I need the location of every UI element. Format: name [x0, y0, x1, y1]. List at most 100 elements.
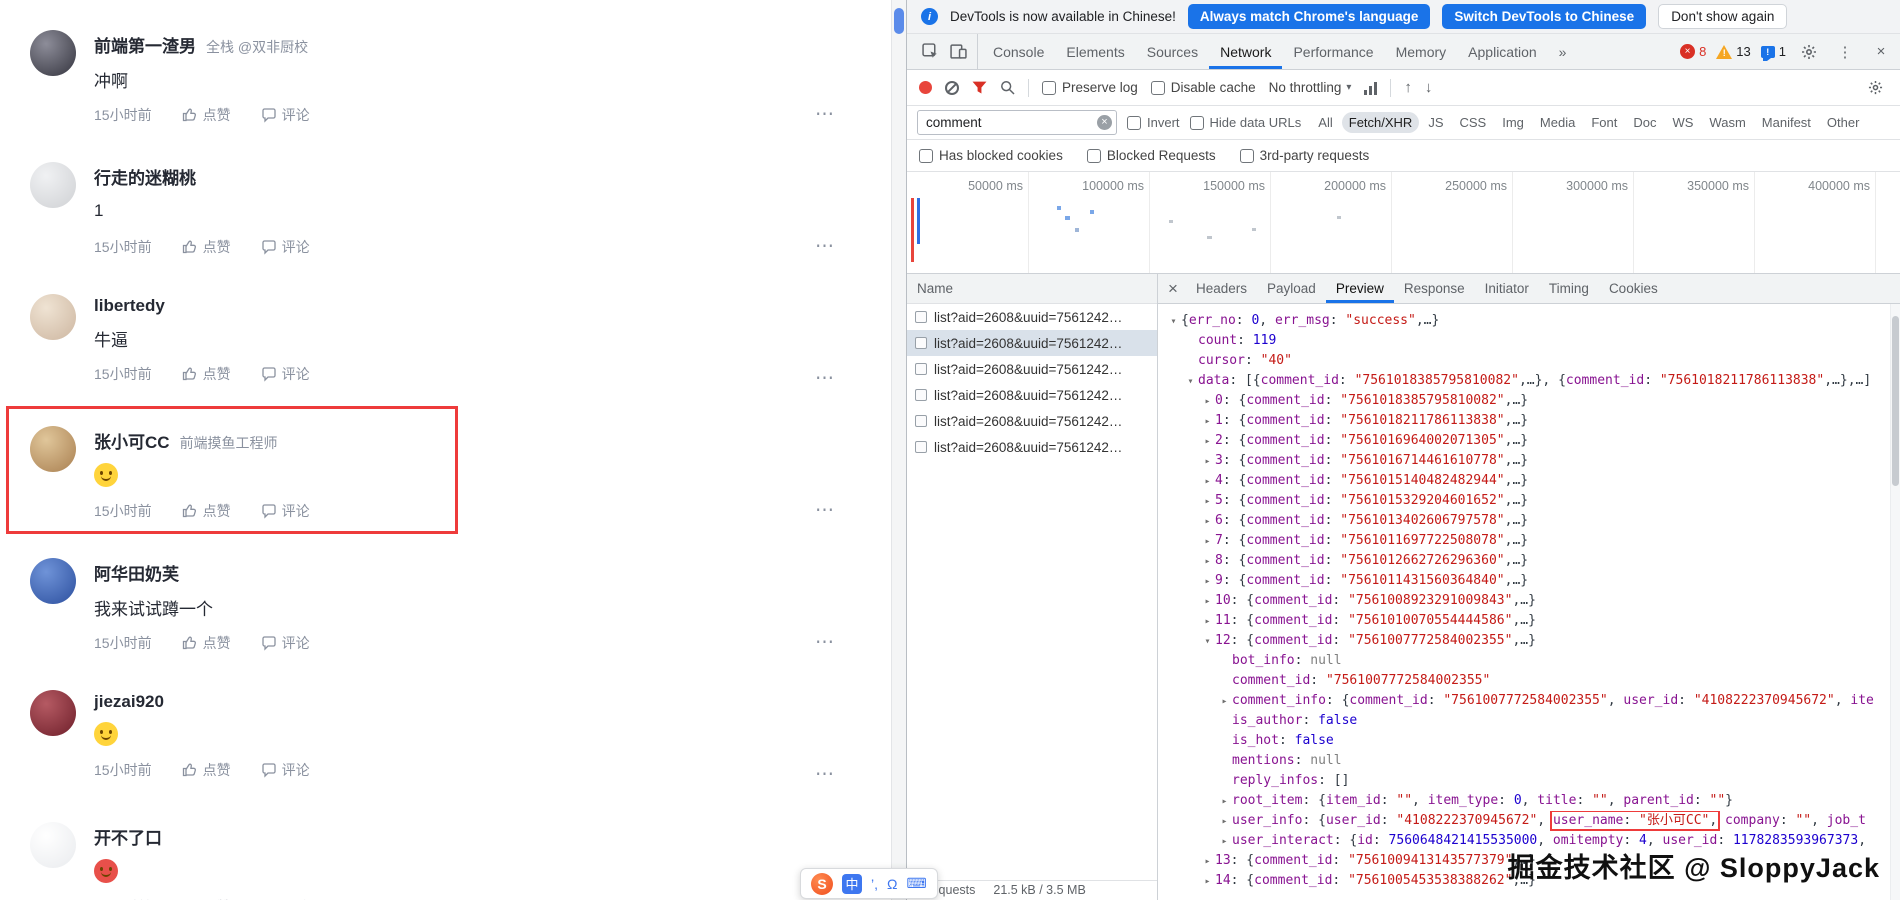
like-button[interactable]: 点赞 — [182, 237, 231, 257]
filter-type-js[interactable]: JS — [1421, 112, 1450, 133]
more-button[interactable]: ⋯ — [815, 103, 836, 126]
detail-tab-preview[interactable]: Preview — [1326, 274, 1394, 303]
comment-author[interactable]: jiezai920 — [94, 692, 164, 712]
ime-punctuation-icon[interactable]: ’, — [871, 876, 878, 892]
filter-type-css[interactable]: CSS — [1453, 112, 1494, 133]
checkbox-3rd-party-requests[interactable]: 3rd-party requests — [1240, 148, 1370, 163]
filter-type-wasm[interactable]: Wasm — [1702, 112, 1752, 133]
disclosure-arrow-icon[interactable]: ▸ — [1200, 432, 1215, 451]
detail-tab-payload[interactable]: Payload — [1257, 274, 1326, 303]
disclosure-arrow-icon[interactable]: ▸ — [1200, 492, 1215, 511]
reply-button[interactable]: 评论 — [261, 105, 310, 125]
more-button[interactable]: ⋯ — [815, 235, 836, 258]
device-toolbar-icon[interactable] — [945, 39, 971, 65]
more-button[interactable]: ⋯ — [815, 499, 836, 522]
sogou-logo-icon[interactable]: S — [811, 873, 833, 895]
detail-tab-initiator[interactable]: Initiator — [1475, 274, 1539, 303]
disclosure-arrow-icon[interactable]: ▸ — [1217, 832, 1232, 851]
disclosure-arrow-icon[interactable]: ▸ — [1217, 812, 1232, 831]
filter-funnel-icon[interactable] — [972, 81, 987, 95]
filter-type-doc[interactable]: Doc — [1626, 112, 1663, 133]
disclosure-arrow-icon[interactable]: ▸ — [1200, 532, 1215, 551]
disable-cache-checkbox[interactable]: Disable cache — [1151, 80, 1256, 95]
reply-button[interactable]: 评论 — [261, 237, 310, 257]
import-har-icon[interactable]: ↑ — [1404, 79, 1412, 96]
close-detail-icon[interactable]: × — [1160, 274, 1186, 303]
tab-performance[interactable]: Performance — [1282, 34, 1384, 69]
like-button[interactable]: 点赞 — [182, 760, 231, 780]
switch-devtools-chinese-button[interactable]: Switch DevTools to Chinese — [1442, 4, 1646, 29]
more-button[interactable]: ⋯ — [815, 763, 836, 786]
invert-checkbox[interactable]: Invert — [1127, 115, 1180, 130]
ime-keyboard-icon[interactable]: ⌨ — [906, 875, 926, 892]
clear-filter-icon[interactable]: × — [1097, 115, 1112, 130]
request-row[interactable]: list?aid=2608&uuid=7561242… — [907, 330, 1157, 356]
throttling-dropdown[interactable]: No throttling▾ — [1269, 80, 1352, 95]
ime-symbol-icon[interactable]: Ω — [887, 876, 897, 892]
detail-tab-timing[interactable]: Timing — [1539, 274, 1599, 303]
avatar[interactable] — [30, 690, 76, 736]
close-devtools-icon[interactable]: × — [1868, 39, 1894, 65]
detail-scrollbar[interactable] — [1890, 304, 1900, 900]
comment-author[interactable]: 阿华田奶芙 — [94, 560, 179, 585]
preserve-log-checkbox[interactable]: Preserve log — [1042, 80, 1138, 95]
comment-author[interactable]: 前端第一渣男 — [94, 32, 196, 57]
disclosure-arrow-icon[interactable]: ▸ — [1217, 692, 1232, 711]
disclosure-arrow-icon[interactable]: ▸ — [1200, 392, 1215, 411]
tab-memory[interactable]: Memory — [1385, 34, 1458, 69]
network-conditions-icon[interactable] — [1364, 81, 1377, 95]
disclosure-arrow-icon[interactable]: ▸ — [1200, 592, 1215, 611]
network-settings-gear-icon[interactable] — [1862, 75, 1888, 101]
like-button[interactable]: 点赞 — [182, 105, 231, 125]
request-row[interactable]: list?aid=2608&uuid=7561242… — [907, 408, 1157, 434]
dont-show-again-button[interactable]: Don't show again — [1658, 4, 1787, 29]
disclosure-arrow-icon[interactable]: ▾ — [1166, 312, 1181, 331]
reply-button[interactable]: 评论 — [261, 364, 310, 384]
filter-type-media[interactable]: Media — [1533, 112, 1582, 133]
settings-gear-icon[interactable] — [1796, 39, 1822, 65]
comment-author[interactable]: 行走的迷糊桃 — [94, 164, 196, 189]
avatar[interactable] — [30, 426, 76, 472]
comment-author[interactable]: 开不了口 — [94, 824, 162, 849]
reply-button[interactable]: 评论 — [261, 501, 310, 521]
tab-overflow[interactable]: » — [1548, 34, 1578, 69]
tab-sources[interactable]: Sources — [1136, 34, 1209, 69]
disclosure-arrow-icon[interactable]: ▸ — [1200, 852, 1215, 871]
like-button[interactable]: 点赞 — [182, 501, 231, 521]
disclosure-arrow-icon[interactable]: ▸ — [1200, 552, 1215, 571]
detail-tab-response[interactable]: Response — [1394, 274, 1475, 303]
ime-mode-chinese[interactable]: 中 — [842, 874, 862, 894]
filter-type-other[interactable]: Other — [1820, 112, 1867, 133]
tab-application[interactable]: Application — [1457, 34, 1548, 69]
error-badge[interactable]: ×8 — [1680, 44, 1706, 59]
disclosure-arrow-icon[interactable]: ▾ — [1183, 372, 1198, 391]
record-button[interactable] — [919, 81, 932, 94]
reply-button[interactable]: 评论 — [261, 760, 310, 780]
tab-elements[interactable]: Elements — [1055, 34, 1135, 69]
filter-type-ws[interactable]: WS — [1665, 112, 1700, 133]
avatar[interactable] — [30, 558, 76, 604]
filter-type-manifest[interactable]: Manifest — [1755, 112, 1818, 133]
checkbox-blocked-requests[interactable]: Blocked Requests — [1087, 148, 1216, 163]
page-scrollbar-thumb[interactable] — [894, 8, 904, 34]
match-chrome-language-button[interactable]: Always match Chrome's language — [1188, 4, 1431, 29]
checkbox-has-blocked-cookies[interactable]: Has blocked cookies — [919, 148, 1063, 163]
request-row[interactable]: list?aid=2608&uuid=7561242… — [907, 382, 1157, 408]
warning-badge[interactable]: 13 — [1716, 44, 1750, 59]
filter-type-fetch-xhr[interactable]: Fetch/XHR — [1342, 112, 1420, 133]
comment-author[interactable]: libertedy — [94, 296, 165, 316]
disclosure-arrow-icon[interactable]: ▸ — [1200, 412, 1215, 431]
disclosure-arrow-icon[interactable]: ▸ — [1200, 512, 1215, 531]
more-button[interactable]: ⋯ — [815, 367, 836, 390]
clear-icon[interactable] — [945, 81, 959, 95]
disclosure-arrow-icon[interactable]: ▾ — [1200, 632, 1215, 651]
disclosure-arrow-icon[interactable]: ▸ — [1200, 872, 1215, 891]
tab-console[interactable]: Console — [982, 34, 1055, 69]
avatar[interactable] — [30, 162, 76, 208]
detail-scrollbar-thumb[interactable] — [1892, 316, 1899, 486]
reply-button[interactable]: 评论 — [261, 633, 310, 653]
disclosure-arrow-icon[interactable]: ▸ — [1200, 572, 1215, 591]
disclosure-arrow-icon[interactable]: ▸ — [1200, 452, 1215, 471]
input-method-bar[interactable]: S 中 ’, Ω ⌨ — [800, 868, 938, 899]
network-overview-timeline[interactable]: 50000 ms100000 ms150000 ms200000 ms25000… — [907, 172, 1900, 274]
